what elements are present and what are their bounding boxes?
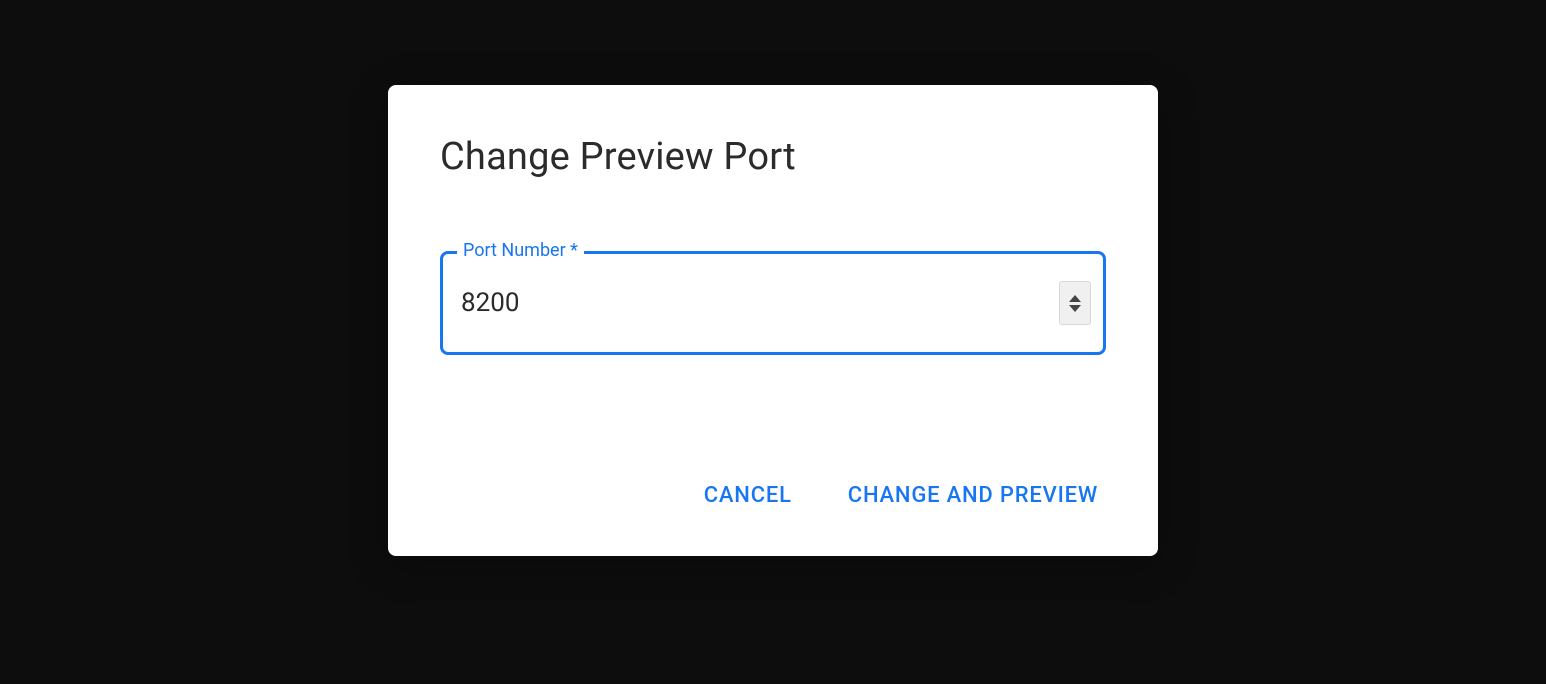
chevron-up-icon bbox=[1069, 295, 1081, 302]
change-preview-port-dialog: Change Preview Port Port Number * CANCEL… bbox=[388, 85, 1158, 556]
port-number-input[interactable] bbox=[443, 254, 1059, 352]
change-and-preview-button[interactable]: CHANGE AND PREVIEW bbox=[844, 475, 1102, 516]
dialog-actions: CANCEL CHANGE AND PREVIEW bbox=[440, 475, 1106, 516]
port-number-field: Port Number * bbox=[440, 251, 1106, 355]
cancel-button[interactable]: CANCEL bbox=[700, 475, 796, 516]
number-stepper[interactable] bbox=[1059, 281, 1091, 325]
chevron-down-icon bbox=[1069, 305, 1081, 312]
dialog-title: Change Preview Port bbox=[440, 135, 1106, 179]
port-number-label: Port Number * bbox=[457, 240, 584, 261]
port-number-outline: Port Number * bbox=[440, 251, 1106, 355]
